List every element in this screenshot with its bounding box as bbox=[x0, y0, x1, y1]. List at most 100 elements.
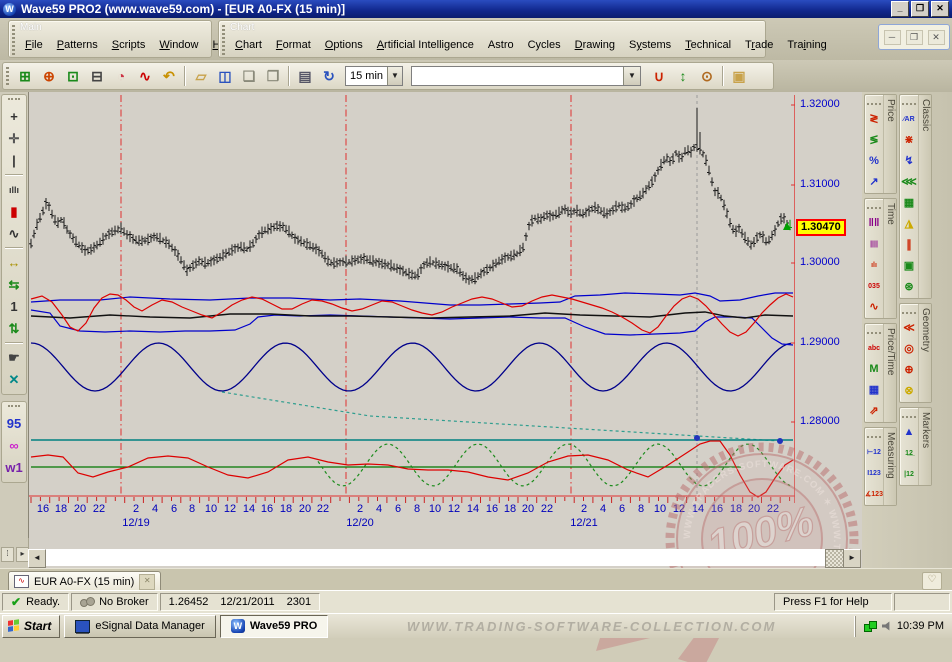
parallel-lines-icon[interactable]: ∥ bbox=[901, 237, 917, 253]
menu-options[interactable]: Options bbox=[318, 36, 370, 54]
mdi-restore-button[interactable]: ❐ bbox=[906, 30, 923, 45]
candle-style-tool[interactable]: ▮ bbox=[3, 201, 25, 222]
angle-measure-icon[interactable]: ∡123 bbox=[866, 486, 882, 502]
panel-grip[interactable] bbox=[867, 332, 881, 334]
vzoom-tool[interactable]: ⇅ bbox=[3, 318, 25, 339]
time-cycles-icon[interactable]: ‖‖ bbox=[866, 215, 882, 231]
new-quote-window-button[interactable]: ⊟ bbox=[85, 64, 109, 88]
angle-resistance-icon[interactable]: ≷ bbox=[866, 111, 882, 127]
time-histogram-icon[interactable]: ılı bbox=[866, 257, 882, 273]
horizontal-level-icon[interactable]: 1̲2̲ bbox=[901, 445, 917, 461]
menu-file[interactable]: File bbox=[18, 36, 50, 54]
horizontal-measure-icon[interactable]: ⊢12 bbox=[866, 444, 882, 460]
toolbar-grip[interactable] bbox=[8, 98, 20, 104]
minimize-button[interactable]: _ bbox=[891, 1, 909, 17]
crosshair-tool[interactable]: + bbox=[3, 106, 25, 127]
line-style-tool[interactable]: ∿ bbox=[3, 223, 25, 244]
scroll-left-button[interactable]: ◄ bbox=[28, 549, 46, 568]
menu-drawing[interactable]: Drawing bbox=[568, 36, 622, 54]
chart-plot[interactable]: 1618202224681012141618202224681012141618… bbox=[28, 92, 795, 538]
symbol-combobox[interactable]: ▼ bbox=[411, 66, 641, 86]
gann-fan-icon[interactable]: ⋘ bbox=[901, 174, 917, 190]
toolbar-grip[interactable] bbox=[8, 405, 20, 411]
panel-grip[interactable] bbox=[867, 207, 881, 209]
mdi-minimize-button[interactable]: ─ bbox=[884, 30, 901, 45]
new-pattern-window-button[interactable]: ⊡ bbox=[61, 64, 85, 88]
menu-astro[interactable]: Astro bbox=[481, 36, 521, 54]
menu-scripts[interactable]: Scripts bbox=[105, 36, 153, 54]
show-objects-button[interactable]: ⊙ bbox=[695, 64, 719, 88]
vertical-measure-icon[interactable]: I123 bbox=[866, 465, 882, 481]
new-astro-chart-button[interactable]: ⊕ bbox=[37, 64, 61, 88]
timeframe-select[interactable]: 15 min ▼ bbox=[345, 66, 403, 86]
hint-button[interactable]: ↶ bbox=[157, 64, 181, 88]
menu-patterns[interactable]: Patterns bbox=[50, 36, 105, 54]
hub-circle-icon[interactable]: ⊗ bbox=[901, 383, 917, 399]
world-scan-icon[interactable]: ⊛ bbox=[901, 279, 917, 295]
chevron-down-icon[interactable]: ▼ bbox=[623, 67, 640, 85]
menu-training[interactable]: Training bbox=[780, 36, 833, 54]
speed-lines-icon[interactable]: ⋇ bbox=[901, 132, 917, 148]
chevron-down-icon[interactable]: ▼ bbox=[387, 67, 402, 85]
reset-scale-tool[interactable]: 1 bbox=[3, 296, 25, 317]
menu-artificial-intelligence[interactable]: Artificial Intelligence bbox=[370, 36, 481, 54]
window-shade-button[interactable]: ♡ bbox=[922, 572, 942, 590]
time-zigzag-icon[interactable]: ∿ bbox=[866, 299, 882, 315]
export-chart-button[interactable]: ❐ bbox=[261, 64, 285, 88]
start-button[interactable]: Start bbox=[2, 615, 60, 638]
ai-tools-button[interactable]: ◔ bbox=[109, 64, 133, 88]
pattern-marker-icon[interactable]: M bbox=[866, 361, 882, 377]
panel-grip[interactable] bbox=[902, 103, 916, 105]
menu-format[interactable]: Format bbox=[269, 36, 318, 54]
toolbar-grip[interactable] bbox=[6, 67, 9, 87]
mdi-close-button[interactable]: ✕ bbox=[928, 30, 945, 45]
hzoom-out-tool[interactable]: ↔ bbox=[3, 252, 25, 273]
tab-close-icon[interactable]: ✕ bbox=[139, 574, 155, 590]
vertical-level-icon[interactable]: |12 bbox=[901, 466, 917, 482]
save-chart-button[interactable]: ◫ bbox=[213, 64, 237, 88]
panel-grip[interactable] bbox=[902, 416, 916, 418]
fibonacci-fan-icon[interactable]: ≪ bbox=[901, 320, 917, 336]
bar-style-tool[interactable]: ıllı bbox=[3, 179, 25, 200]
band-grip[interactable] bbox=[222, 25, 225, 55]
toolbar-collapse-button[interactable]: ⁞ bbox=[1, 547, 14, 562]
menu-cycles[interactable]: Cycles bbox=[521, 36, 568, 54]
band-grip[interactable] bbox=[12, 25, 15, 55]
swing-tool-button[interactable]: ∿ bbox=[133, 64, 157, 88]
gann-grid-icon[interactable]: ▦ bbox=[901, 195, 917, 211]
open-chart-button[interactable]: ▱ bbox=[189, 64, 213, 88]
pointer-tool[interactable]: ☛ bbox=[3, 347, 25, 368]
percent-retracement-icon[interactable]: % bbox=[866, 153, 882, 169]
zigzag-arrows-icon[interactable]: ↯ bbox=[901, 153, 917, 169]
print-button[interactable]: ▤ bbox=[293, 64, 317, 88]
menu-chart[interactable]: Chart bbox=[228, 36, 269, 54]
grid-icon[interactable]: ▦ bbox=[866, 382, 882, 398]
pan-tool[interactable]: ✛ bbox=[3, 128, 25, 149]
network-icon[interactable] bbox=[864, 621, 877, 631]
copy-chart-button[interactable]: ❏ bbox=[237, 64, 261, 88]
trend-arrow-icon[interactable]: ⇗ bbox=[866, 403, 882, 419]
close-button[interactable]: ✕ bbox=[931, 1, 949, 17]
erase-tool[interactable]: ✕ bbox=[3, 369, 25, 390]
concentric-circles-icon[interactable]: ◎ bbox=[901, 341, 917, 357]
alert-triangle-icon[interactable]: ◮ bbox=[901, 216, 917, 232]
scroll-right-button[interactable]: ► bbox=[843, 549, 861, 568]
speaker-icon[interactable] bbox=[882, 621, 892, 631]
price-projection-icon[interactable]: ↗ bbox=[866, 174, 882, 190]
time-span-icon[interactable]: |||| bbox=[866, 236, 882, 252]
cycle-ellipse-tool[interactable]: ∞ bbox=[3, 435, 25, 456]
cursor-tool[interactable]: | bbox=[3, 150, 25, 171]
scrollbar-thumb[interactable] bbox=[825, 549, 844, 568]
notes-button[interactable]: ▣ bbox=[727, 64, 751, 88]
text-label-icon[interactable]: abc bbox=[866, 340, 882, 356]
menu-window[interactable]: Window bbox=[152, 36, 205, 54]
scrollbar-track[interactable] bbox=[46, 549, 843, 566]
gann-95-tool[interactable]: 95 bbox=[3, 413, 25, 434]
fit-scale-button[interactable]: ↕ bbox=[671, 64, 695, 88]
up-arrow-marker-icon[interactable]: ▲ bbox=[901, 424, 917, 440]
wave-one-tool[interactable]: w1 bbox=[3, 457, 25, 478]
menu-trade[interactable]: Trade bbox=[738, 36, 780, 54]
panel-grip[interactable] bbox=[867, 103, 881, 105]
task-esignal-button[interactable]: eSignal Data Manager bbox=[64, 615, 215, 638]
reload-data-button[interactable]: ↻ bbox=[317, 64, 341, 88]
